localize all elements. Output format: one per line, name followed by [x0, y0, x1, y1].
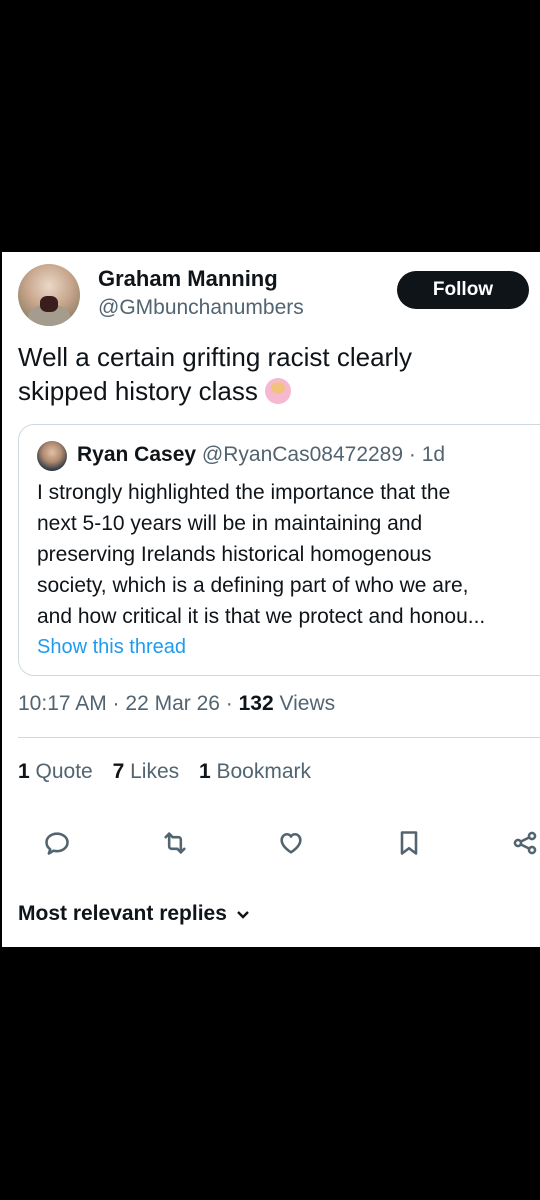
replies-sort-dropdown[interactable]: Most relevant replies — [18, 902, 251, 926]
bookmarks-stat[interactable]: 1 Bookmark — [199, 760, 311, 783]
quoted-tweet-header: Ryan Casey @RyanCas08472289 · 1d — [77, 443, 445, 467]
divider — [18, 737, 540, 738]
author-avatar[interactable] — [18, 264, 80, 326]
show-thread-link[interactable]: Show this thread — [37, 636, 186, 659]
tweet-card: Graham Manning @GMbunchanumbers Follow W… — [2, 252, 540, 947]
reply-icon — [45, 832, 69, 855]
quoted-tweet[interactable]: Ryan Casey @RyanCas08472289 · 1d I stron… — [18, 424, 540, 676]
quoted-author-name[interactable]: Ryan Casey — [77, 443, 196, 466]
share-button[interactable] — [508, 826, 540, 860]
retweet-button[interactable] — [158, 826, 192, 860]
views-count: 132 — [238, 692, 274, 715]
bookmark-icon — [400, 831, 418, 855]
tweet-text: Well a certain grifting racist clearly s… — [18, 340, 488, 408]
like-icon — [280, 832, 302, 854]
tweet-timestamp[interactable]: 10:17 AM · 22 Mar 26 · 132 Views — [18, 692, 335, 716]
follow-button[interactable]: Follow — [397, 271, 529, 309]
reply-button[interactable] — [40, 826, 74, 860]
share-icon — [513, 831, 537, 855]
views-label: Views — [273, 692, 336, 715]
avatar-mouth — [40, 296, 58, 312]
likes-stat[interactable]: 7 Likes — [113, 760, 180, 783]
quoted-author-avatar[interactable] — [37, 441, 67, 471]
author-name[interactable]: Graham Manning — [98, 266, 278, 292]
bookmark-button[interactable] — [392, 826, 426, 860]
author-handle[interactable]: @GMbunchanumbers — [98, 296, 304, 320]
engagement-stats: 1 Quote 7 Likes 1 Bookmark — [18, 760, 325, 784]
retweet-icon — [164, 832, 186, 854]
tweet-text-body: Well a certain grifting racist clearly s… — [18, 342, 412, 406]
person-shrugging-emoji-icon — [265, 378, 292, 404]
chevron-down-icon — [237, 911, 249, 920]
action-bar — [2, 826, 540, 860]
like-button[interactable] — [274, 826, 308, 860]
quotes-stat[interactable]: 1 Quote — [18, 760, 93, 783]
replies-sort-label: Most relevant replies — [18, 902, 227, 925]
tweet-time-date: 10:17 AM · 22 Mar 26 · — [18, 692, 239, 715]
quoted-author-handle-time: @RyanCas08472289 · 1d — [201, 443, 446, 466]
quoted-tweet-text: I strongly highlighted the importance th… — [37, 481, 486, 628]
